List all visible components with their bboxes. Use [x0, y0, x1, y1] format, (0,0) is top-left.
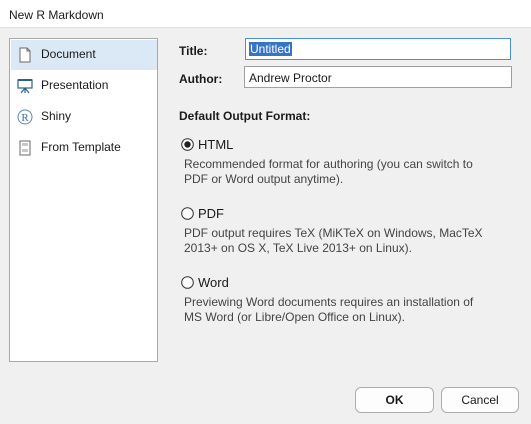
sidebar-item-from-template[interactable]: From Template [11, 133, 157, 163]
title-bar: New R Markdown [0, 0, 531, 28]
template-type-list: Document Presentation R Shiny From Templ… [9, 38, 158, 362]
sidebar-item-presentation[interactable]: Presentation [11, 71, 157, 101]
sidebar-item-label: Document [41, 47, 96, 61]
radio-word[interactable] [181, 276, 194, 289]
document-icon [17, 47, 33, 63]
author-field-value: Andrew Proctor [249, 71, 332, 85]
template-icon [17, 140, 33, 156]
shiny-r-icon: R [17, 109, 33, 125]
html-description: Recommended format for authoring (you ca… [184, 157, 473, 186]
title-label: Title: [179, 44, 208, 58]
sidebar-item-label: From Template [41, 140, 121, 154]
radio-html-label[interactable]: HTML [198, 137, 233, 152]
radio-word-label[interactable]: Word [198, 275, 229, 290]
radio-pdf[interactable] [181, 207, 194, 220]
cancel-button[interactable]: Cancel [441, 387, 519, 413]
sidebar-item-label: Shiny [41, 109, 72, 123]
window-title: New R Markdown [9, 8, 104, 22]
author-field[interactable]: Andrew Proctor [244, 66, 512, 88]
sidebar-item-shiny[interactable]: R Shiny [11, 102, 157, 132]
author-label: Author: [179, 72, 223, 86]
title-field[interactable]: Untitled [245, 38, 511, 60]
sidebar-item-document[interactable]: Document [11, 40, 157, 70]
radio-html[interactable] [181, 138, 194, 151]
title-field-value: Untitled [249, 42, 292, 56]
radio-pdf-label[interactable]: PDF [198, 206, 224, 221]
presentation-icon [17, 78, 33, 94]
ok-button[interactable]: OK [355, 387, 434, 413]
word-description: Previewing Word documents requires an in… [184, 295, 474, 324]
dialog-body: Document Presentation R Shiny From Templ… [0, 28, 531, 424]
svg-text:R: R [21, 112, 29, 124]
sidebar-item-label: Presentation [41, 78, 109, 92]
pdf-description: PDF output requires TeX (MiKTeX on Windo… [184, 226, 483, 255]
output-format-heading: Default Output Format: [179, 109, 311, 123]
